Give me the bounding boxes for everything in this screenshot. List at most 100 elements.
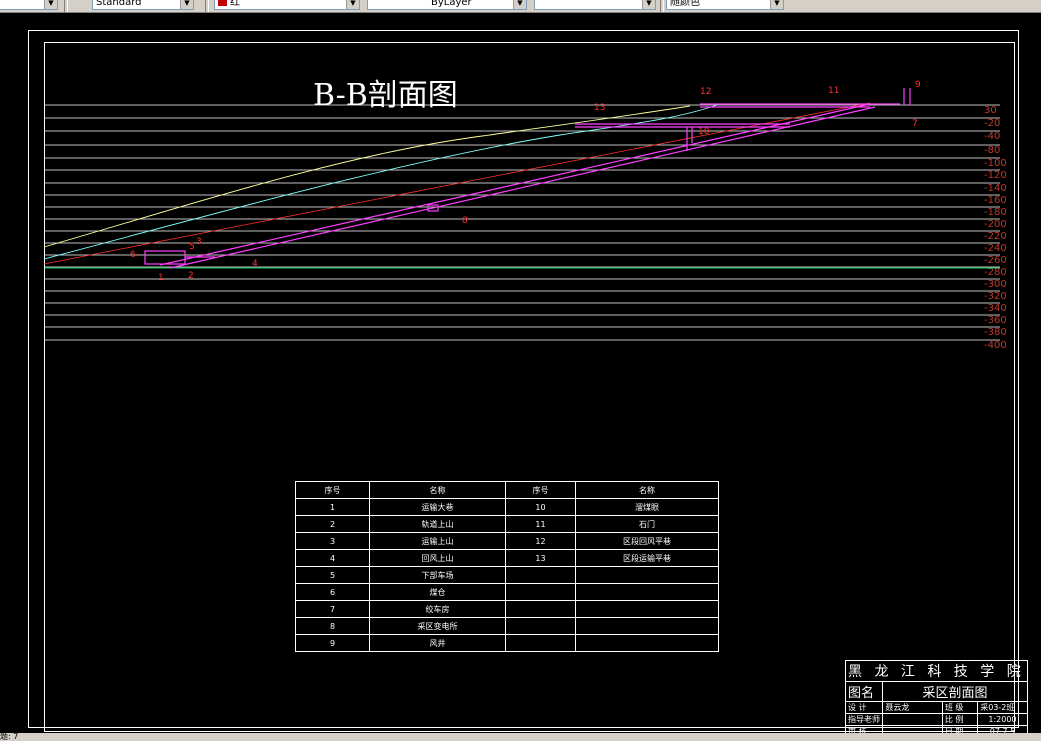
legend-cell (505, 634, 576, 652)
chevron-down-icon: ▼ (770, 0, 783, 9)
legend-cell: 下部车场 (369, 566, 506, 584)
text-style-combo[interactable]: Standard ▼ (92, 0, 194, 10)
elevation-label: -320 (984, 291, 1007, 302)
chevron-down-icon: ▼ (180, 0, 193, 9)
plot-style-value: 随颜色 (670, 0, 700, 8)
color-combo[interactable]: 红 ▼ (214, 0, 360, 10)
legend-cell: 6 (295, 583, 370, 601)
toolbar-separator (660, 0, 664, 12)
legend-row: 6 煤仓 (295, 583, 719, 601)
toolbar-separator (205, 0, 209, 12)
text-style-value: Standard (96, 0, 142, 8)
legend-cell: 运输上山 (369, 532, 506, 550)
class-value: 采03-2班 (977, 701, 1028, 714)
legend-header: 名称 (369, 481, 506, 499)
legend-row: 9 风井 (295, 634, 719, 652)
layer-combo[interactable]: ▼ (0, 0, 58, 10)
title-block: 黑 龙 江 科 技 学 院 图名 采区剖面图 设 计 聂云龙 班 级 采03-2… (844, 660, 1028, 738)
advisor (882, 713, 943, 726)
callout-label: 10 (698, 127, 710, 137)
callout-labels: 1 2345678910111213 (130, 80, 921, 283)
legend-cell: 8 (295, 617, 370, 635)
legend-cell: 石门 (575, 515, 719, 533)
legend-cell: 区段回风平巷 (575, 532, 719, 550)
chevron-down-icon: ▼ (346, 0, 359, 9)
legend-header-row: 序号 名称 序号 名称 (295, 481, 719, 499)
legend-cell: 12 (505, 532, 576, 550)
designer: 聂云龙 (882, 701, 943, 714)
elevation-label: -260 (984, 255, 1007, 266)
legend-cell: 1 (295, 498, 370, 516)
mine-workings (144, 88, 911, 269)
elevation-label: -340 (984, 303, 1007, 314)
legend-cell (505, 583, 576, 601)
status-text: 题: 7 (0, 732, 19, 741)
callout-label: 3 (196, 237, 202, 247)
elevation-label: -20 (984, 118, 1000, 129)
legend-cell (575, 566, 719, 584)
callout-label: 9 (915, 80, 921, 90)
legend-cell (575, 617, 719, 635)
legend-row: 3 运输上山 12 区段回风平巷 (295, 532, 719, 550)
legend-cell: 3 (295, 532, 370, 550)
linetype-value: ByLayer (431, 0, 472, 8)
scale-label: 比 例 (941, 713, 979, 726)
color-value: 红 (230, 0, 240, 8)
legend-cell: 溜煤眼 (575, 498, 719, 516)
callout-label: 7 (912, 119, 918, 129)
legend-table: 序号 名称 序号 名称 1 运输大巷 10 溜煤眼 2 轨道上山 11 石门 3 运输上山 12 区段… (295, 481, 719, 652)
legend-cell: 5 (295, 566, 370, 584)
legend-cell: 10 (505, 498, 576, 516)
elevation-label: -80 (984, 145, 1000, 156)
callout-label: 13 (594, 103, 605, 113)
class-label: 班 级 (941, 701, 979, 714)
legend-cell: 运输大巷 (369, 498, 506, 516)
status-bar: 题: 7 (0, 733, 1041, 741)
legend-cell (505, 600, 576, 618)
lineweight-combo[interactable]: ▼ (534, 0, 656, 10)
elevation-label: -360 (984, 315, 1007, 326)
elevation-label: -40 (984, 131, 1000, 142)
legend-cell (505, 617, 576, 635)
design-label: 设 计 (844, 701, 884, 714)
plot-style-combo[interactable]: 随颜色 ▼ (666, 0, 784, 10)
linetype-combo[interactable]: ByLayer ▼ (367, 0, 527, 10)
callout-label: 4 (252, 259, 258, 269)
legend-header: 名称 (575, 481, 719, 499)
legend-cell: 7 (295, 600, 370, 618)
legend-cell: 回风上山 (369, 549, 506, 567)
legend-cell: 9 (295, 634, 370, 652)
legend-header: 序号 (295, 481, 370, 499)
legend-row: 5 下部车场 (295, 566, 719, 584)
drawing-name: 采区剖面图 (882, 681, 1028, 702)
legend-row: 8 采区变电所 (295, 617, 719, 635)
legend-cell: 轨道上山 (369, 515, 506, 533)
elevation-label: 30 (984, 105, 997, 116)
legend-cell (575, 634, 719, 652)
legend-header: 序号 (505, 481, 576, 499)
legend-row: 1 运输大巷 10 溜煤眼 (295, 498, 719, 516)
legend-cell: 区段运输平巷 (575, 549, 719, 567)
legend-cell: 13 (505, 549, 576, 567)
school-name: 黑 龙 江 科 技 学 院 (845, 660, 1028, 682)
toolbar-separator (64, 0, 68, 12)
callout-label: 2 (188, 271, 194, 281)
elevation-label: -160 (984, 195, 1007, 206)
legend-row: 7 绞车房 (295, 600, 719, 618)
legend-cell: 采区变电所 (369, 617, 506, 635)
elevation-label: -100 (984, 158, 1007, 169)
legend-cell: 2 (295, 515, 370, 533)
elevation-label: -300 (984, 279, 1007, 290)
legend-cell (575, 600, 719, 618)
elevation-label: -280 (984, 267, 1007, 278)
legend-cell (505, 566, 576, 584)
color-swatch-icon (218, 0, 227, 6)
elevation-lines (44, 104, 1000, 341)
legend-cell: 11 (505, 515, 576, 533)
legend-row: 2 轨道上山 11 石门 (295, 515, 719, 533)
legend-cell (575, 583, 719, 601)
elevation-label: -120 (984, 170, 1007, 181)
advisor-label: 指导老师 (844, 713, 884, 726)
elevation-label: -180 (984, 207, 1007, 218)
drawing-canvas[interactable]: 30 -20 -40 -80 -100 -120 -140 -160 -180 -200 -220-… (0, 13, 1041, 738)
